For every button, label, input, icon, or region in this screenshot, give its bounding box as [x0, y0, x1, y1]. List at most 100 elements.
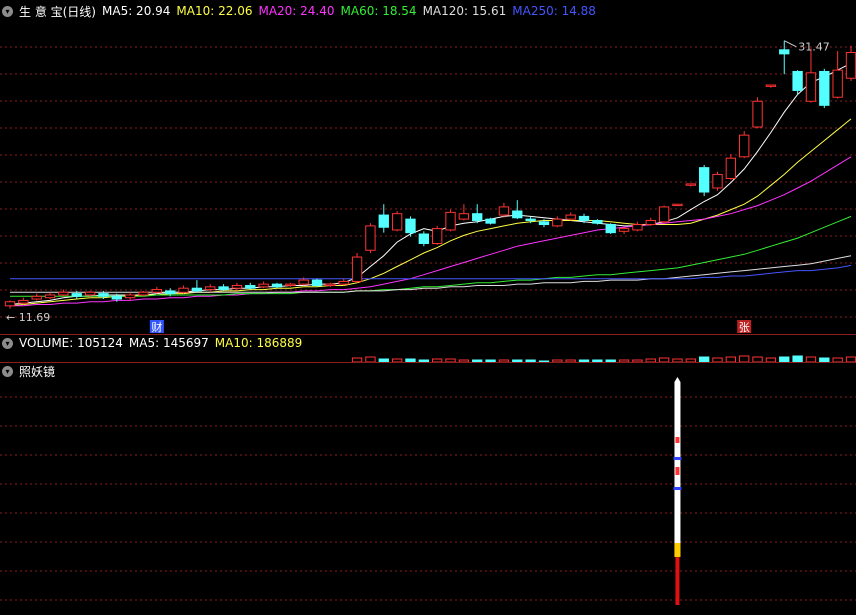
- candle-body: [698, 167, 710, 193]
- candle[interactable]: [658, 205, 670, 224]
- candle-body: [445, 211, 456, 231]
- candle-body: [485, 218, 496, 224]
- candle[interactable]: [739, 131, 750, 159]
- candle[interactable]: [792, 70, 803, 95]
- candle[interactable]: [432, 225, 443, 245]
- candle-body: [739, 134, 750, 158]
- candle[interactable]: [391, 210, 403, 232]
- candle[interactable]: [458, 204, 470, 221]
- candle[interactable]: [258, 281, 269, 289]
- candle[interactable]: [512, 200, 523, 220]
- candle[interactable]: [672, 203, 683, 207]
- candle[interactable]: [445, 209, 456, 232]
- candle[interactable]: [124, 292, 136, 301]
- candle[interactable]: [805, 48, 817, 103]
- candle-body: [44, 294, 56, 299]
- candle[interactable]: [191, 280, 203, 293]
- candle-body: [592, 219, 603, 224]
- candle-body: [205, 286, 216, 291]
- indicator-blue-tick: [673, 487, 682, 490]
- candle[interactable]: [779, 40, 790, 75]
- candle-body: [378, 214, 389, 228]
- candle-body: [84, 291, 96, 296]
- candle[interactable]: [832, 51, 843, 99]
- candle-body: [71, 293, 82, 297]
- candle[interactable]: [18, 297, 29, 305]
- candle-body: [418, 233, 429, 245]
- candle-body: [124, 294, 136, 299]
- candle-body: [472, 213, 483, 221]
- candle-body: [578, 215, 590, 221]
- volume-chart[interactable]: [0, 334, 856, 362]
- candle[interactable]: [58, 289, 69, 297]
- candle-body: [805, 72, 817, 102]
- candle[interactable]: [685, 183, 696, 187]
- candle[interactable]: [845, 45, 856, 81]
- candle[interactable]: [752, 97, 763, 129]
- high-pointer: [784, 40, 797, 48]
- candle-body: [512, 210, 523, 219]
- candle-body: [111, 295, 122, 300]
- candle[interactable]: [351, 252, 363, 283]
- indicator-red-segment: [675, 557, 680, 605]
- candle[interactable]: [311, 278, 323, 287]
- candle-body: [752, 100, 763, 128]
- candle-body: [138, 291, 149, 296]
- candle[interactable]: [218, 284, 229, 291]
- candle-body: [498, 206, 510, 216]
- candle[interactable]: [378, 204, 389, 233]
- candle-body: [565, 214, 576, 220]
- candle[interactable]: [405, 216, 416, 237]
- candle[interactable]: [618, 227, 630, 235]
- candlestick-chart[interactable]: 31.47 ← 11.69 财 张: [0, 0, 856, 334]
- candle-body: [191, 287, 203, 292]
- candle[interactable]: [418, 231, 429, 247]
- candle[interactable]: [712, 171, 723, 191]
- candle-body: [351, 256, 363, 282]
- candle-body: [525, 218, 536, 221]
- candle[interactable]: [4, 300, 16, 309]
- candle[interactable]: [338, 278, 349, 286]
- candle-body: [58, 291, 69, 296]
- candle[interactable]: [365, 223, 376, 253]
- candle-body: [458, 213, 470, 220]
- candle[interactable]: [565, 212, 576, 221]
- candle[interactable]: [605, 223, 616, 235]
- indicator-chart[interactable]: [0, 362, 856, 615]
- candle-body: [271, 283, 283, 288]
- indicator-red-tick: [675, 437, 680, 443]
- candle[interactable]: [819, 68, 830, 109]
- candle[interactable]: [498, 202, 510, 218]
- event-marker-label: 张: [739, 321, 750, 334]
- candle[interactable]: [552, 216, 563, 228]
- candle-body: [218, 286, 229, 291]
- candle-body: [832, 69, 843, 98]
- candle-body: [178, 287, 189, 293]
- candle-body: [245, 284, 256, 289]
- low-price-label: ← 11.69: [6, 311, 50, 324]
- ma20-line: [10, 156, 852, 307]
- candle[interactable]: [645, 217, 656, 226]
- ma60-line: [10, 215, 852, 297]
- candle[interactable]: [245, 282, 256, 290]
- candle[interactable]: [44, 292, 56, 300]
- candle[interactable]: [472, 204, 483, 224]
- candle[interactable]: [632, 221, 643, 232]
- candle-body: [672, 203, 683, 207]
- candle[interactable]: [485, 217, 496, 225]
- candle[interactable]: [271, 282, 283, 289]
- event-marker-label: 财: [151, 320, 162, 334]
- indicator-blue-tick: [673, 457, 682, 460]
- candle[interactable]: [698, 164, 710, 197]
- candle[interactable]: [205, 284, 216, 293]
- candle-body: [231, 284, 243, 289]
- candle-body: [365, 225, 376, 251]
- candle-body: [618, 228, 630, 232]
- candle[interactable]: [151, 286, 163, 294]
- candle[interactable]: [725, 154, 737, 180]
- candle[interactable]: [765, 84, 777, 88]
- candle-body: [298, 279, 309, 285]
- candle[interactable]: [31, 293, 42, 301]
- candle[interactable]: [178, 285, 189, 294]
- indicator-red-tick: [675, 467, 680, 475]
